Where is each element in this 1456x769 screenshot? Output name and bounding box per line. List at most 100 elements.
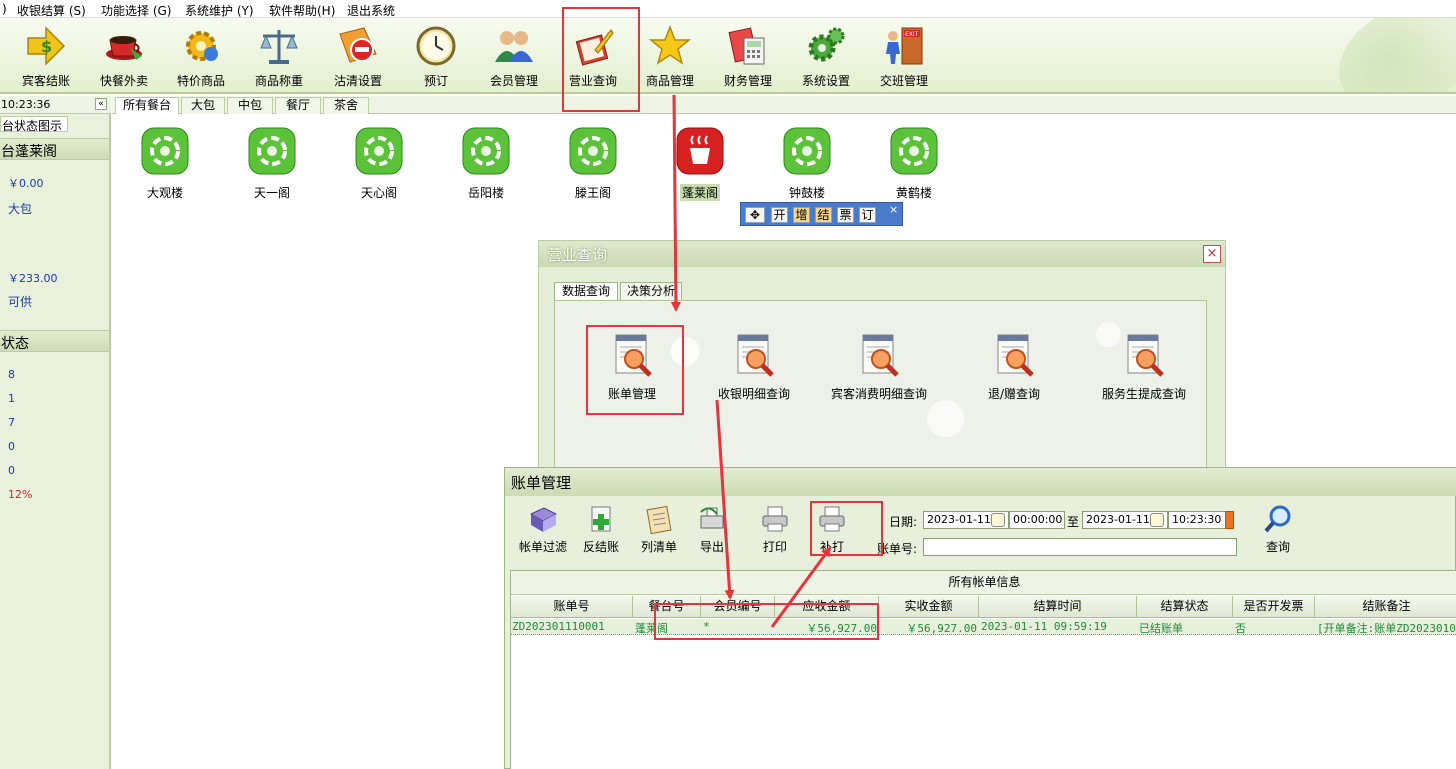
table-tile[interactable]: 滕王阁 [548, 126, 638, 201]
reverse-checkout-button[interactable]: 反结账 [571, 504, 631, 555]
table-name: 天心阁 [360, 186, 397, 200]
table-tile[interactable]: 黄鹤楼 [869, 126, 959, 201]
clock-icon [416, 26, 456, 66]
tab-all-tables[interactable]: 所有餐台 [115, 97, 179, 114]
table-name: 大观楼 [146, 186, 183, 200]
menu-checkout[interactable]: 收银结算 (S) [17, 2, 86, 19]
tab-decision-analysis[interactable]: 决策分析 [620, 282, 682, 301]
free-table-icon [355, 127, 403, 175]
add-order-button[interactable]: 增 [793, 207, 810, 223]
col-invoice[interactable]: 是否开发票 [1233, 596, 1315, 618]
open-table-button[interactable]: 开 [771, 207, 788, 223]
query-item[interactable]: 收银明细查询 [684, 331, 824, 402]
filter-icon [529, 507, 558, 532]
query-item-label: 服务生提成查询 [1101, 387, 1186, 401]
query-item-label: 宾客消费明细查询 [830, 387, 927, 401]
cell-remark: [开单备注:账单ZD20230101 [1317, 622, 1456, 635]
checkout-button[interactable]: 结 [815, 207, 832, 223]
ticket-button[interactable]: 票 [837, 207, 854, 223]
highlight-bill-row [654, 603, 879, 640]
menu-exit[interactable]: 退出系统 [347, 2, 395, 19]
time-to-input[interactable]: 10:23:30 [1168, 511, 1226, 529]
table-tile[interactable]: 天心阁 [334, 126, 424, 201]
reverse-checkout-label: 反结账 [582, 540, 619, 554]
cell-settle-time: 2023-01-11 09:59:19 [981, 620, 1107, 633]
tab-large-room[interactable]: 大包 [181, 97, 225, 114]
document-search-icon [862, 334, 899, 377]
bill-grid: 所有帐单信息 账单号 餐台号 会员编号 应收金额 实收金额 结算时间 结算状态 … [510, 570, 1456, 769]
goods-management-button[interactable]: 商品管理 [632, 24, 708, 90]
table-tile[interactable]: 天一阁 [227, 126, 317, 201]
weighing-goods-label: 商品称重 [254, 74, 303, 88]
time-spinner[interactable] [1225, 511, 1234, 529]
highlight-bill-management [586, 325, 684, 415]
calendar-icon[interactable] [991, 513, 1005, 527]
move-icon[interactable]: ✥ [745, 207, 765, 223]
reserve-button[interactable]: 订 [859, 207, 876, 223]
menu-function-select[interactable]: 功能选择 (G) [101, 2, 171, 19]
menu-system-maintenance[interactable]: 系统维护 (Y) [185, 2, 254, 19]
table-tile[interactable]: 大观楼 [120, 126, 210, 201]
menu-help[interactable]: 软件帮助(H) [269, 2, 335, 19]
system-settings-button[interactable]: 系统设置 [788, 24, 864, 90]
bill-management-title: 账单管理 [505, 468, 1456, 496]
table-action-toolbar: ✥ 开 增 结 票 订 × [740, 202, 903, 226]
weighing-goods-button[interactable]: 商品称重 [241, 24, 317, 90]
free-table-icon [141, 127, 189, 175]
special-goods-label: 特价商品 [176, 74, 225, 88]
col-remark[interactable]: 结账备注 [1315, 596, 1456, 618]
tab-dining-hall[interactable]: 餐厅 [275, 97, 321, 114]
query-button[interactable]: 查询 [1249, 504, 1307, 555]
tab-medium-room[interactable]: 中包 [227, 97, 273, 114]
export-button[interactable]: 导出 [687, 504, 737, 555]
document-search-icon [1127, 334, 1164, 377]
collapse-panel-button[interactable]: « [95, 98, 107, 110]
close-icon[interactable]: × [1203, 245, 1221, 263]
gear-star-icon [186, 31, 218, 61]
min-consumption: ￥233.00 [8, 272, 58, 285]
special-goods-button[interactable]: 特价商品 [163, 24, 239, 90]
table-row[interactable]: ZD202301110001 蓬莱阁 * ￥56,927.00 ￥56,927.… [511, 619, 1456, 635]
time-from-input[interactable]: 00:00:00 [1009, 511, 1065, 529]
table-tile[interactable]: 蓬莱阁 [655, 126, 745, 201]
print-label: 打印 [762, 540, 787, 554]
tab-tea-house[interactable]: 茶舍 [323, 97, 369, 114]
table-type: 大包 [8, 202, 33, 216]
query-item[interactable]: 退/赠查询 [944, 331, 1084, 402]
table-tile[interactable]: 岳阳楼 [441, 126, 531, 201]
minibar-close-button[interactable]: × [889, 203, 898, 216]
table-name: 蓬莱阁 [679, 184, 720, 201]
table-tile[interactable]: 钟鼓楼 [762, 126, 852, 201]
selected-table-header: 台蓬莱阁 [0, 138, 109, 160]
guest-checkout-button[interactable]: $ 宾客结账 [8, 24, 84, 90]
print-button[interactable]: 打印 [745, 504, 805, 555]
tab-data-query[interactable]: 数据查询 [554, 282, 618, 301]
cell-bill-no: ZD202301110001 [512, 620, 605, 633]
query-item[interactable]: 服务生提成查询 [1074, 331, 1214, 402]
leaf-decoration [1321, 18, 1456, 92]
bill-filter-button[interactable]: 帐单过滤 [513, 504, 573, 555]
sold-out-settings-button[interactable]: 沽清设置 [320, 24, 396, 90]
table-status-tab[interactable]: 台状态图示 [0, 116, 68, 133]
query-item-label: 退/赠查询 [987, 387, 1041, 401]
fast-food-button[interactable]: 快餐外卖 [86, 24, 162, 90]
status-section-header: 状态 [0, 330, 109, 352]
bill-no-input[interactable] [923, 538, 1237, 556]
reservation-button[interactable]: 预订 [398, 24, 474, 90]
finance-management-label: 财务管理 [723, 74, 772, 88]
col-settle-status[interactable]: 结算状态 [1137, 596, 1233, 618]
exit-door-icon: EXIT [886, 27, 923, 65]
svg-text:$: $ [41, 37, 52, 56]
query-item[interactable]: 宾客消费明细查询 [809, 331, 949, 402]
col-received[interactable]: 实收金额 [879, 596, 979, 618]
calendar-icon[interactable] [1150, 513, 1164, 527]
list-bill-button[interactable]: 列清单 [629, 504, 689, 555]
date-label: 日期: [889, 515, 918, 529]
col-bill-no[interactable]: 账单号 [511, 596, 633, 618]
col-settle-time[interactable]: 结算时间 [979, 596, 1137, 618]
list-bill-label: 列清单 [640, 540, 677, 554]
gears-icon [808, 27, 845, 62]
member-management-button[interactable]: 会员管理 [476, 24, 552, 90]
shift-handover-button[interactable]: EXIT 交班管理 [866, 24, 942, 90]
finance-management-button[interactable]: 财务管理 [710, 24, 786, 90]
